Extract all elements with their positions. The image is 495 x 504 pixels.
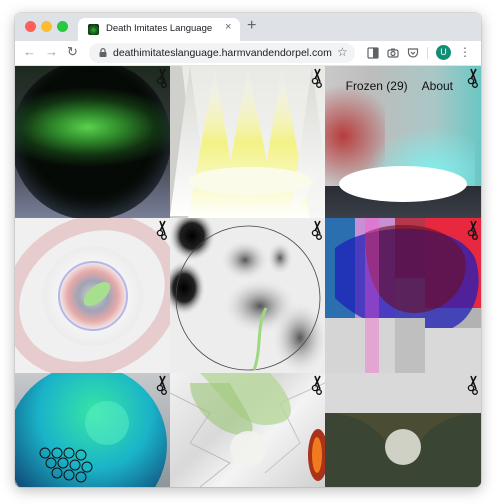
artwork-tile-blotches[interactable] (170, 218, 325, 373)
lock-icon (99, 48, 107, 57)
title-bar: Death Imitates Language × + (15, 13, 481, 41)
browser-menu-button[interactable]: ⋮ (459, 45, 471, 59)
toolbar-divider (427, 47, 428, 59)
extension-panel-icon[interactable] (367, 47, 379, 59)
browser-tab[interactable]: Death Imitates Language × (78, 18, 240, 41)
funnel-drawing (325, 373, 481, 487)
minimize-window-button[interactable] (41, 21, 52, 32)
back-button[interactable]: ← (23, 44, 36, 60)
artwork-tile-spotlights[interactable] (170, 66, 325, 218)
pocket-icon[interactable] (407, 47, 419, 59)
crumpled-paper-drawing (170, 373, 325, 487)
reload-button[interactable]: ↻ (67, 44, 78, 60)
teal-sphere-drawing (15, 373, 167, 487)
camera-icon[interactable] (387, 47, 399, 59)
color-blocks-drawing (325, 218, 481, 373)
scissors-badge-icon (467, 375, 478, 395)
scissors-badge-icon (156, 220, 167, 240)
green-sphere-shape (15, 66, 170, 218)
artwork-tile-teal-sphere[interactable] (15, 373, 170, 487)
stage-ellipse (339, 166, 467, 202)
artwork-tile-crumpled-paper[interactable] (170, 373, 325, 487)
scissors-badge-icon (467, 68, 478, 88)
scissors-badge-icon (467, 220, 478, 240)
scissors-badge-icon (311, 68, 322, 88)
address-bar[interactable]: deathimitateslanguage.harmvandendorpel.c… (89, 43, 355, 63)
bookmark-star-icon[interactable]: ☆ (337, 45, 348, 59)
browser-window: Death Imitates Language × + ← → ↻ deathi… (15, 13, 481, 487)
close-window-button[interactable] (25, 21, 36, 32)
artwork-tile-funnel[interactable] (325, 373, 481, 487)
new-tab-button[interactable]: + (247, 18, 256, 34)
site-navigation: Frozen (29) About (346, 79, 453, 93)
profile-avatar[interactable]: U (436, 45, 451, 60)
artwork-tile-green-sphere[interactable] (15, 66, 170, 218)
tab-title: Death Imitates Language (106, 23, 213, 34)
artwork-tile-color-blocks[interactable] (325, 218, 481, 373)
scissors-badge-icon (156, 68, 167, 88)
spotlights-drawing (170, 66, 325, 218)
nav-frozen-link[interactable]: Frozen (29) (346, 79, 408, 93)
blotches-drawing (170, 218, 325, 373)
forward-button[interactable]: → (45, 44, 58, 60)
scissors-badge-icon (156, 375, 167, 395)
artwork-tile-stage[interactable]: Frozen (29) About (325, 66, 481, 218)
tab-close-icon[interactable]: × (225, 21, 231, 33)
browser-toolbar: ← → ↻ deathimitateslanguage.harmvandendo… (15, 41, 481, 66)
nav-about-link[interactable]: About (422, 79, 453, 93)
gallery-grid: Frozen (29) About (15, 66, 481, 487)
favicon-icon (88, 24, 99, 35)
scissors-badge-icon (311, 375, 322, 395)
rings-drawing (15, 218, 170, 373)
scissors-badge-icon (311, 220, 322, 240)
maximize-window-button[interactable] (57, 21, 68, 32)
artwork-tile-rings[interactable] (15, 218, 170, 373)
url-text: deathimitateslanguage.harmvandendorpel.c… (113, 47, 332, 59)
